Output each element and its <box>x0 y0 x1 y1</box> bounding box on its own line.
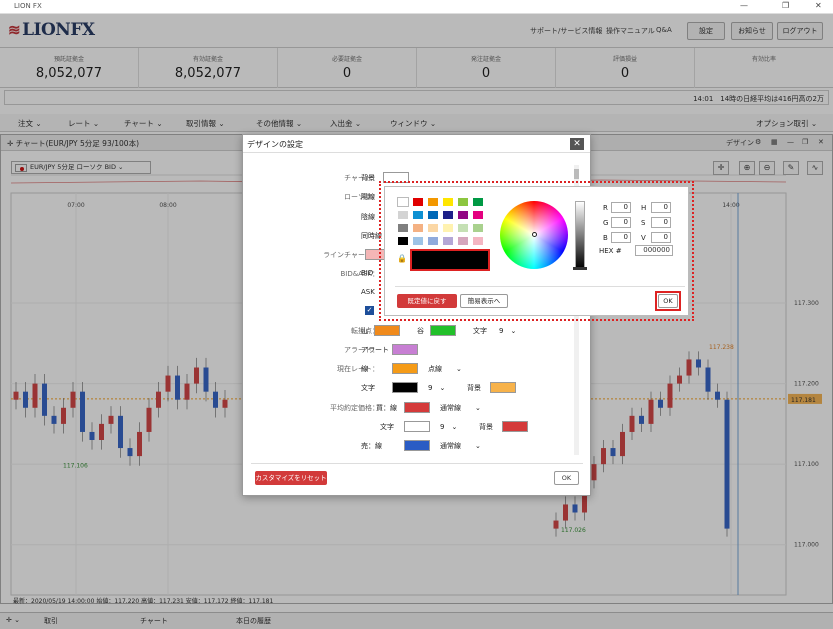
restore-default-button[interactable]: 既定値に戻す <box>397 294 457 308</box>
lock-icon[interactable]: 🔒 <box>397 254 407 263</box>
pivot-valley-label: 谷 <box>417 327 424 335</box>
palette-swatch[interactable] <box>472 210 484 220</box>
palette-swatch[interactable] <box>457 197 469 207</box>
minimize-icon[interactable]: — <box>740 1 748 10</box>
pivot-mountain-label: 山 <box>361 327 368 335</box>
current-line-label: 線 <box>361 365 368 373</box>
palette-swatch[interactable] <box>442 210 454 220</box>
current-style-select[interactable]: 点線 ⌄ <box>428 364 462 374</box>
avg-bg-swatch[interactable] <box>502 421 528 432</box>
palette-swatch[interactable] <box>427 210 439 220</box>
g-input[interactable]: 0 <box>611 217 631 228</box>
avg-buy-swatch[interactable] <box>404 402 430 413</box>
palette-swatch[interactable] <box>397 236 409 246</box>
current-line-swatch[interactable] <box>392 363 418 374</box>
b-input[interactable]: 0 <box>611 232 631 243</box>
scrollbar-thumb[interactable] <box>574 169 579 179</box>
restore-icon[interactable]: ❐ <box>782 1 789 10</box>
b-label: B <box>603 234 608 242</box>
pivot-size-select[interactable]: 9 ⌄ <box>499 326 516 336</box>
palette-swatch[interactable] <box>442 197 454 207</box>
candle-up-label: 陽線 <box>361 193 375 201</box>
row-label-avg: 平均約定価格： <box>330 404 379 412</box>
avg-buy-style-select[interactable]: 通常線 ⌄ <box>440 403 481 413</box>
pivot-valley-swatch[interactable] <box>430 325 456 336</box>
pivot-mountain-swatch[interactable] <box>374 325 400 336</box>
avg-bg-label: 背景 <box>479 423 493 431</box>
avg-size-select[interactable]: 9 ⌄ <box>440 422 457 432</box>
dialog-titlebar: デザインの設定 ✕ <box>243 135 590 153</box>
wheel-cursor[interactable] <box>532 232 537 237</box>
r-label: R <box>603 204 608 212</box>
g-label: G <box>603 219 609 227</box>
palette-swatch[interactable] <box>412 223 424 233</box>
palette-swatch[interactable] <box>442 236 454 246</box>
row-label-linechart: ラインチャート： <box>323 251 379 259</box>
palette-swatch[interactable] <box>457 210 469 220</box>
reset-customize-button[interactable]: カスタマイズをリセット <box>255 471 327 485</box>
palette-swatch[interactable] <box>472 197 484 207</box>
window-titlebar: LION FX — ❐ ✕ <box>0 0 833 14</box>
v-input[interactable]: 0 <box>651 232 671 243</box>
current-bg-label: 背景 <box>467 384 481 392</box>
palette-swatch[interactable] <box>397 210 409 220</box>
alert-swatch[interactable] <box>392 344 418 355</box>
palette-swatch[interactable] <box>412 197 424 207</box>
h-input[interactable]: 0 <box>651 202 671 213</box>
avg-sell-swatch[interactable] <box>404 440 430 451</box>
v-label: V <box>641 234 646 242</box>
dialog-ok-button[interactable]: OK <box>554 471 579 485</box>
window-title: LION FX <box>14 2 42 10</box>
dialog-title: デザインの設定 <box>247 140 303 149</box>
palette-swatch[interactable] <box>427 197 439 207</box>
current-size-select[interactable]: 9 ⌄ <box>428 383 445 393</box>
pivot-text-label: 文字 <box>473 327 487 335</box>
chart-bg-label: 背景 <box>361 174 375 182</box>
close-window-icon[interactable]: ✕ <box>815 1 822 10</box>
palette-swatch[interactable] <box>397 223 409 233</box>
candle-down-label: 陰線 <box>361 213 375 221</box>
dialog-divider <box>251 463 583 464</box>
palette-swatch[interactable] <box>442 223 454 233</box>
bid-label: BID <box>361 269 374 277</box>
s-label: S <box>641 219 646 227</box>
brightness-thumb[interactable] <box>573 267 587 270</box>
palette-swatch[interactable] <box>427 236 439 246</box>
palette-swatch[interactable] <box>472 236 484 246</box>
palette-swatch[interactable] <box>412 236 424 246</box>
palette-swatch[interactable] <box>457 236 469 246</box>
hex-input[interactable]: 000000 <box>635 245 673 256</box>
r-input[interactable]: 0 <box>611 202 631 213</box>
color-picker: 🔒 R 0 H 0 G 0 S 0 B 0 V 0 HEX # 000000 既… <box>384 186 689 316</box>
avg-text-swatch[interactable] <box>404 421 430 432</box>
picker-ok-button[interactable]: OK <box>658 294 678 308</box>
ask-label: ASK <box>361 288 375 296</box>
current-text-label: 文字 <box>361 384 375 392</box>
alert-item-label: アラート <box>361 346 389 354</box>
bidask-checkbox[interactable]: ✓ <box>365 306 374 315</box>
close-icon[interactable]: ✕ <box>570 138 584 150</box>
avg-buy-label: 買：線 <box>376 404 397 412</box>
h-label: H <box>641 204 647 212</box>
palette-swatch[interactable] <box>412 210 424 220</box>
picker-divider <box>395 286 685 287</box>
avg-sell-style-select[interactable]: 通常線 ⌄ <box>440 441 481 451</box>
current-text-swatch[interactable] <box>392 382 418 393</box>
avg-text-label: 文字 <box>380 423 394 431</box>
simple-view-button[interactable]: 簡易表示へ <box>460 294 508 308</box>
palette-swatch[interactable] <box>457 223 469 233</box>
hex-label: HEX # <box>599 247 622 255</box>
avg-sell-label: 売：線 <box>361 442 382 450</box>
current-bg-swatch[interactable] <box>490 382 516 393</box>
selected-color-preview <box>412 251 488 269</box>
s-input[interactable]: 0 <box>651 217 671 228</box>
palette-swatch[interactable] <box>397 197 409 207</box>
brightness-slider[interactable] <box>575 201 585 269</box>
palette-swatch[interactable] <box>427 223 439 233</box>
palette-swatch[interactable] <box>472 223 484 233</box>
